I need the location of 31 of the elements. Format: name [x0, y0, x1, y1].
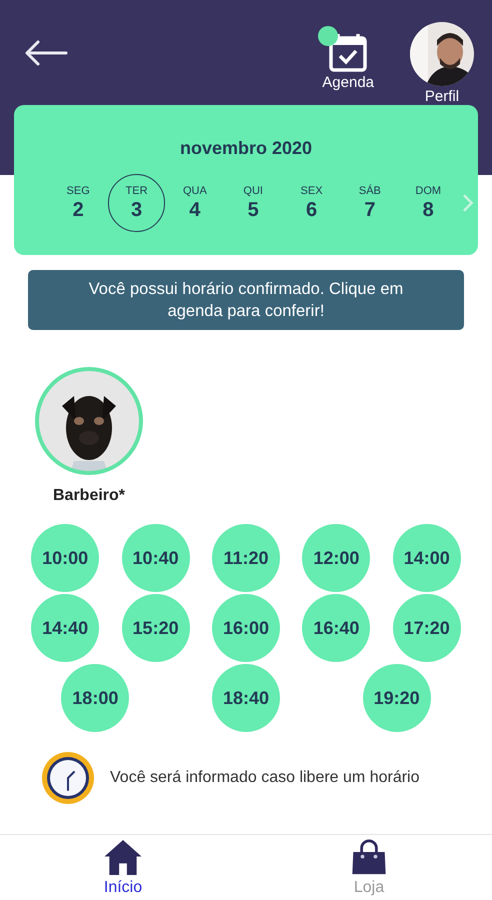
day-item[interactable]: QUI 5 — [225, 174, 282, 232]
home-icon — [103, 839, 143, 876]
time-slot-button[interactable]: 19:20 — [362, 664, 431, 732]
profile-button[interactable]: Perfil — [410, 22, 474, 108]
day-item[interactable]: SEG 2 — [50, 174, 106, 232]
time-slot-button[interactable]: 11:20 — [212, 524, 280, 592]
time-slot-button[interactable]: 17:20 — [392, 594, 461, 662]
time-slot-button[interactable]: 10:00 — [31, 524, 100, 592]
time-slot-button[interactable]: 10:40 — [122, 524, 190, 592]
day-item[interactable]: SÁB 7 — [342, 174, 398, 232]
clock-icon — [40, 750, 96, 806]
time-slot-button[interactable]: 16:00 — [212, 594, 280, 662]
notice-banner[interactable]: Você possui horário confirmado. Clique em agenda para conferir! — [28, 270, 464, 330]
time-slot-button[interactable]: 14:40 — [31, 594, 100, 662]
agenda-button[interactable]: Agenda — [318, 26, 374, 94]
day-item[interactable]: TER 3 — [108, 174, 165, 232]
day-item[interactable]: QUA 4 — [166, 174, 224, 232]
time-slot-button[interactable]: 14:00 — [392, 524, 461, 592]
time-slot-button[interactable]: 18:00 — [61, 664, 130, 732]
back-arrow-icon[interactable] — [24, 39, 68, 67]
day-item[interactable]: SEX 6 — [283, 174, 340, 232]
day-item[interactable]: DOM 8 — [400, 174, 456, 232]
time-slot-button[interactable]: 15:20 — [122, 594, 190, 662]
barber-name: Barbeiro* — [52, 486, 126, 506]
calendar-check-icon — [328, 32, 368, 72]
time-slot-button[interactable]: 18:40 — [212, 664, 280, 732]
time-slot-button[interactable]: 12:00 — [302, 524, 370, 592]
time-slot-button[interactable]: 16:40 — [302, 594, 370, 662]
month-title: novembro 2020 — [180, 137, 312, 160]
nav-tab[interactable]: Início — [0, 835, 246, 900]
waitlist-message: Você será informado caso libere um horário — [110, 768, 420, 788]
